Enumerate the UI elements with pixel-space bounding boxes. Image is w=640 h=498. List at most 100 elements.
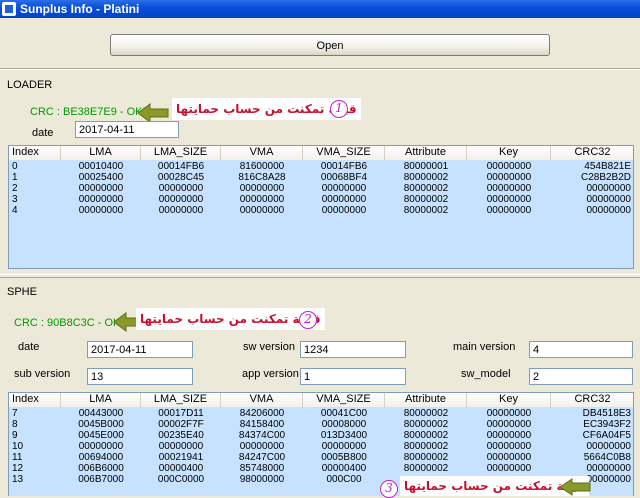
table-cell: 00000000 (158, 194, 204, 205)
table-cell: 00000400 (158, 463, 204, 474)
table-cell: 454B821E (584, 161, 631, 172)
table-cell: 00014FB6 (157, 161, 205, 172)
column-header[interactable]: VMA_SIZE (303, 393, 385, 407)
table-cell: 0 (12, 161, 18, 172)
table-cell: 11 (12, 452, 23, 463)
column-header[interactable]: Index (9, 393, 61, 407)
table-cell: EC3943F2 (583, 419, 631, 430)
table-row[interactable]: 1 00025400 00028C45 816C8A28 00068BF4 8000000… (9, 172, 633, 183)
column-header[interactable]: CRC32 (551, 393, 633, 407)
table-row[interactable]: 11 00694000 00021941 84247C00 0005B800 800000… (9, 452, 633, 463)
sphe-date-field[interactable] (87, 341, 193, 358)
table-cell: 00000000 (486, 161, 532, 172)
column-header[interactable]: VMA_SIZE (303, 146, 385, 160)
column-header[interactable]: Key (467, 146, 551, 160)
table-cell: 013D3400 (320, 430, 368, 441)
loader-date-field[interactable] (75, 121, 179, 138)
sub-version-field[interactable] (87, 368, 193, 385)
column-header[interactable]: Key (467, 393, 551, 407)
table-cell: 00025400 (78, 172, 124, 183)
table-cell: 84206000 (239, 408, 285, 419)
table-row[interactable]: 8 0045B000 00002F7F 84158400 00008000 8000000… (9, 419, 633, 430)
table-row[interactable]: 4 00000000 00000000 00000000 00000000 8000000… (9, 205, 633, 216)
table-cell: 00443000 (78, 408, 124, 419)
table-cell: 00000000 (321, 205, 367, 216)
loader-crc-status: CRC : BE38E7E9 - OK! (30, 106, 146, 118)
window-title: Sunplus Info - Platini (20, 2, 140, 16)
table-cell: 9 (12, 430, 18, 441)
table-row[interactable]: 0 00010400 00014FB6 81600000 00014FB6 8000000… (9, 161, 633, 172)
table-cell: 00068BF4 (320, 172, 368, 183)
table-cell: 80000002 (403, 194, 449, 205)
app-icon (2, 2, 16, 16)
table-cell: 7 (12, 408, 18, 419)
table-cell: CF6A04F5 (582, 430, 631, 441)
table-cell: 00000000 (78, 441, 124, 452)
table-cell: 00041C00 (320, 408, 368, 419)
table-cell: 006B6000 (78, 463, 124, 474)
column-header[interactable]: Index (9, 146, 61, 160)
sw-model-field[interactable] (529, 368, 633, 385)
column-header[interactable]: LMA_SIZE (141, 146, 221, 160)
column-header[interactable]: Attribute (385, 393, 467, 407)
table-cell: 000C00 (326, 474, 362, 485)
table-cell: 00000000 (586, 183, 632, 194)
table-cell: 80000002 (403, 205, 449, 216)
table-cell: 00000000 (586, 441, 632, 452)
table-cell: 80000002 (403, 430, 449, 441)
table-cell: 00000000 (586, 194, 632, 205)
column-header[interactable]: Attribute (385, 146, 467, 160)
table-cell: 00000000 (486, 408, 532, 419)
column-header[interactable]: VMA (221, 393, 303, 407)
table-row[interactable]: 12 006B6000 00000400 85748000 00000400 800000… (9, 463, 633, 474)
table-cell: 0045B000 (78, 419, 124, 430)
table-header: Index LMA LMA_SIZE VMA VMA_SIZE Attribut… (9, 393, 633, 407)
sw-version-field[interactable] (300, 341, 406, 358)
table-row[interactable]: 3 00000000 00000000 00000000 00000000 8000000… (9, 194, 633, 205)
table-cell: 00021941 (158, 452, 204, 463)
table-cell: 00000000 (239, 205, 285, 216)
loader-sections-table[interactable]: Index LMA LMA_SIZE VMA VMA_SIZE Attribut… (8, 145, 634, 269)
table-body: 0 00010400 00014FB6 81600000 00014FB6 8000000… (9, 161, 633, 216)
table-cell: 00010400 (78, 161, 124, 172)
open-button[interactable]: Open (110, 34, 550, 56)
table-cell: 13 (12, 474, 24, 485)
table-row[interactable]: 9 0045E000 00235E40 84374C00 013D3400 8000000… (9, 430, 633, 441)
sw-model-label: sw_model (461, 368, 511, 380)
table-cell: 00000000 (239, 194, 285, 205)
table-cell: 00694000 (78, 452, 124, 463)
title-bar[interactable]: Sunplus Info - Platini (0, 0, 640, 18)
sub-version-label: sub version (14, 368, 71, 380)
sphe-date-label: date (18, 341, 40, 353)
table-cell: 00000000 (321, 183, 367, 194)
table-row[interactable]: 10 00000000 00000000 00000000 00000000 800000… (9, 441, 633, 452)
table-cell: 1 (12, 172, 18, 183)
annotation-badge-1: 1 (330, 100, 348, 118)
table-cell: 84158400 (239, 419, 285, 430)
table-cell: 00000000 (486, 419, 532, 430)
table-cell: 00002F7F (158, 419, 204, 430)
app-version-field[interactable] (300, 368, 406, 385)
table-cell: 80000002 (403, 419, 449, 430)
table-cell: 00000000 (586, 463, 632, 474)
table-cell: 80000002 (403, 463, 449, 474)
column-header[interactable]: VMA (221, 146, 303, 160)
table-cell: 80000002 (403, 172, 449, 183)
table-row[interactable]: 2 00000000 00000000 00000000 00000000 8000000… (9, 183, 633, 194)
table-cell: 00000000 (486, 172, 532, 183)
column-header[interactable]: LMA (61, 393, 141, 407)
table-cell: 80000002 (403, 183, 449, 194)
table-cell: 80000002 (403, 452, 449, 463)
table-cell: 000C0000 (157, 474, 205, 485)
main-version-field[interactable] (529, 341, 633, 358)
table-cell: 0005B800 (321, 452, 367, 463)
table-cell: 80000002 (403, 408, 449, 419)
table-row[interactable]: 7 00443000 00017D11 84206000 00041C00 8000000… (9, 408, 633, 419)
column-header[interactable]: CRC32 (551, 146, 633, 160)
column-header[interactable]: LMA_SIZE (141, 393, 221, 407)
separator (0, 68, 640, 70)
sphe-crc-status: CRC : 90B8C3C - OK! (14, 317, 124, 329)
pane-splitter[interactable] (0, 274, 640, 278)
table-cell: 00000000 (239, 183, 285, 194)
column-header[interactable]: LMA (61, 146, 141, 160)
